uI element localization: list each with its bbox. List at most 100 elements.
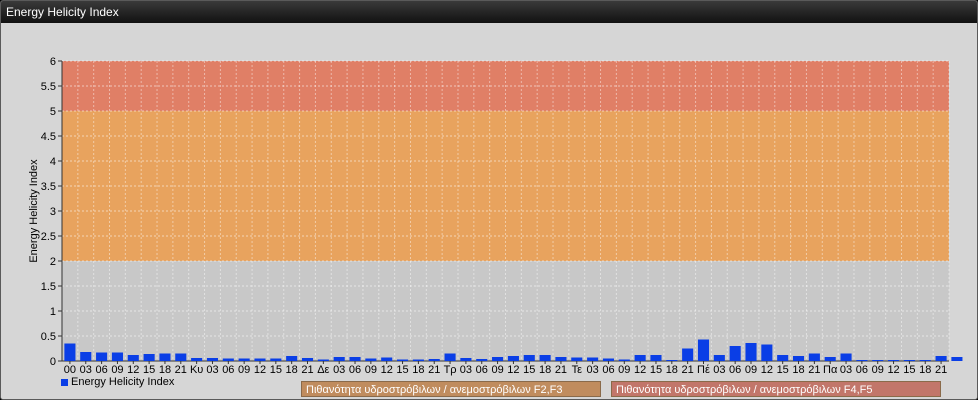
x-tick-label: 12 bbox=[507, 364, 519, 376]
x-tick-label: 06 bbox=[222, 364, 234, 376]
bar[interactable] bbox=[492, 357, 504, 361]
bar[interactable] bbox=[792, 356, 805, 361]
bar[interactable] bbox=[333, 357, 345, 361]
bar[interactable] bbox=[127, 355, 139, 361]
bar[interactable] bbox=[713, 355, 725, 361]
x-tick-label: 21 bbox=[428, 364, 440, 376]
bar[interactable] bbox=[539, 355, 551, 361]
bar[interactable] bbox=[143, 354, 155, 361]
x-tick-label: 12 bbox=[381, 364, 393, 376]
bar[interactable] bbox=[64, 343, 76, 362]
chart-window: Energy Helicity Index 0 0.5 1 1.5 2 2.5 3 3.5 4 4… bbox=[0, 0, 978, 400]
x-tick-label: 15 bbox=[777, 364, 789, 376]
bar[interactable] bbox=[935, 356, 947, 361]
bar[interactable] bbox=[111, 352, 123, 362]
x-tick-label: 09 bbox=[491, 364, 503, 376]
bar[interactable] bbox=[317, 359, 329, 362]
legend-entry[interactable]: Energy Helicity Index bbox=[61, 376, 174, 388]
x-tick-label: 03 bbox=[586, 364, 598, 376]
y-tick-label: 0 bbox=[50, 356, 56, 368]
bar[interactable] bbox=[476, 359, 488, 361]
y-tick-label: 5 bbox=[50, 106, 56, 118]
x-tick-label: Τρ bbox=[444, 364, 457, 376]
x-tick-label: Δε bbox=[317, 364, 329, 376]
bar[interactable] bbox=[618, 359, 630, 362]
y-tick-label: 6 bbox=[50, 56, 56, 68]
bar[interactable] bbox=[555, 357, 567, 361]
bar[interactable] bbox=[96, 352, 108, 362]
bar[interactable] bbox=[634, 355, 646, 361]
bar[interactable] bbox=[745, 343, 757, 361]
x-tick-label: 21 bbox=[808, 364, 820, 376]
x-tick-label: 12 bbox=[254, 364, 266, 376]
x-tick-label: Τε bbox=[572, 364, 583, 376]
plot-area: 0 0.5 1 1.5 2 2.5 3 3.5 4 4.5 5 5.5 6 Energy Helicity… bbox=[1, 23, 977, 399]
bar[interactable] bbox=[222, 358, 234, 362]
bar[interactable] bbox=[697, 339, 710, 362]
bar[interactable] bbox=[175, 353, 187, 362]
x-tick-label: 03 bbox=[460, 364, 472, 376]
x-tick-label: Πέ bbox=[697, 364, 710, 376]
x-tick-label: 18 bbox=[792, 364, 804, 376]
x-tick-label: 09 bbox=[872, 364, 884, 376]
bar[interactable] bbox=[824, 357, 836, 361]
bar[interactable] bbox=[761, 344, 773, 362]
x-tick-label: 12 bbox=[761, 364, 773, 376]
bar[interactable] bbox=[903, 360, 915, 361]
x-tick-label: 03 bbox=[333, 364, 345, 376]
bar[interactable] bbox=[919, 360, 931, 361]
bar[interactable] bbox=[444, 353, 456, 362]
y-tick-label: 4.5 bbox=[41, 131, 56, 143]
bar[interactable] bbox=[365, 358, 377, 362]
bar[interactable] bbox=[888, 360, 900, 361]
band-label-f2f3: Πιθανότητα υδροστρόβιλων / ανεμοστρόβιλω… bbox=[301, 381, 601, 397]
bar[interactable] bbox=[872, 360, 884, 361]
bar[interactable] bbox=[460, 358, 472, 361]
y-tick-label: 3 bbox=[50, 206, 56, 218]
bar[interactable] bbox=[80, 352, 92, 361]
y-tick-label: 1.5 bbox=[41, 281, 56, 293]
bar[interactable] bbox=[238, 358, 250, 362]
legend-label: Energy Helicity Index bbox=[71, 376, 175, 388]
bar[interactable] bbox=[381, 357, 393, 362]
window-title: Energy Helicity Index bbox=[1, 1, 977, 23]
x-tick-label: 21 bbox=[175, 364, 187, 376]
x-tick-label: 15 bbox=[396, 364, 408, 376]
bar[interactable] bbox=[349, 357, 361, 361]
bar[interactable] bbox=[428, 359, 440, 361]
bar[interactable] bbox=[270, 358, 282, 362]
bar[interactable] bbox=[682, 348, 694, 362]
y-tick-label: 0.5 bbox=[41, 331, 56, 343]
bar[interactable] bbox=[254, 358, 266, 362]
bar[interactable] bbox=[191, 358, 203, 361]
bar[interactable] bbox=[397, 359, 409, 362]
bar[interactable] bbox=[507, 356, 519, 361]
chart-svg: 0 0.5 1 1.5 2 2.5 3 3.5 4 4.5 5 5.5 6 Energy Helicity… bbox=[28, 56, 963, 376]
bar[interactable] bbox=[571, 357, 583, 362]
x-tick-label: 21 bbox=[935, 364, 947, 376]
bar[interactable] bbox=[729, 346, 741, 361]
bar[interactable] bbox=[412, 359, 424, 362]
x-tick-label: 18 bbox=[666, 364, 678, 376]
bar[interactable] bbox=[301, 358, 314, 361]
x-tick-label: 06 bbox=[729, 364, 741, 376]
bar[interactable] bbox=[856, 360, 868, 361]
bar[interactable] bbox=[286, 356, 298, 361]
bar[interactable] bbox=[587, 357, 599, 362]
bar[interactable] bbox=[602, 358, 614, 362]
x-tick-label: 18 bbox=[286, 364, 298, 376]
bar[interactable] bbox=[666, 360, 678, 361]
bar[interactable] bbox=[523, 355, 535, 361]
bar[interactable] bbox=[650, 355, 662, 361]
bar[interactable] bbox=[808, 353, 820, 362]
y-tick-label: 5.5 bbox=[41, 81, 56, 93]
bar[interactable] bbox=[159, 353, 171, 362]
x-tick-label: 09 bbox=[238, 364, 250, 376]
x-tick-label: 00 bbox=[64, 364, 76, 376]
x-tick-label: 18 bbox=[919, 364, 931, 376]
bar[interactable] bbox=[777, 355, 789, 361]
bar[interactable] bbox=[840, 353, 852, 362]
bar[interactable] bbox=[206, 358, 219, 361]
bar[interactable] bbox=[951, 357, 963, 361]
x-tick-label: 18 bbox=[159, 364, 171, 376]
